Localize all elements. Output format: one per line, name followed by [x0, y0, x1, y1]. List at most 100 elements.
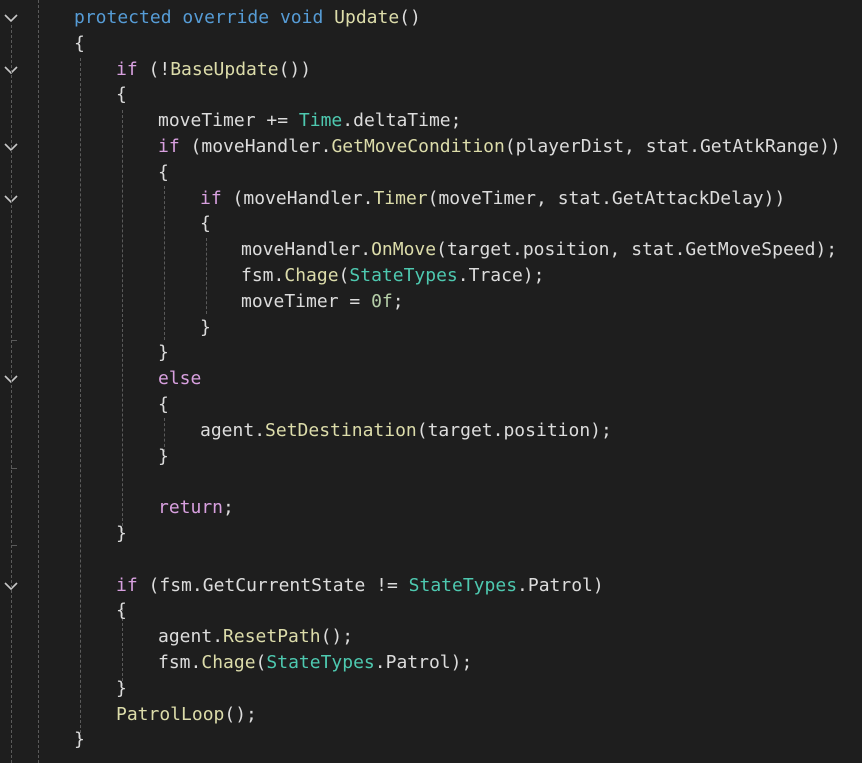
- code-token: !=: [365, 574, 409, 596]
- code-token: ,: [536, 187, 558, 209]
- code-line[interactable]: {: [158, 160, 169, 186]
- code-token: position: [503, 419, 591, 441]
- code-line[interactable]: PatrolLoop();: [116, 702, 257, 728]
- code-token: GetAttackDelay: [611, 187, 764, 209]
- code-line[interactable]: {: [158, 392, 169, 418]
- code-token: void: [279, 7, 324, 28]
- code-token: );: [450, 652, 473, 673]
- code-line[interactable]: fsm.Chage(StateTypes.Trace);: [241, 263, 544, 289]
- code-token: .: [374, 652, 386, 673]
- code-token: ): [592, 574, 604, 596]
- code-token: (: [338, 265, 350, 286]
- code-editor[interactable]: protected override void Update(){if (!Ba…: [0, 0, 862, 763]
- code-token: );: [815, 239, 838, 261]
- code-line[interactable]: }: [158, 340, 169, 366]
- code-token: BaseUpdate: [170, 58, 279, 80]
- code-token: return: [158, 497, 224, 519]
- code-line[interactable]: }: [116, 676, 127, 702]
- code-token: }: [116, 677, 127, 699]
- code-token: .: [320, 136, 332, 157]
- code-token: }: [116, 523, 127, 544]
- code-token: .: [517, 574, 528, 596]
- code-line[interactable]: }: [116, 521, 127, 547]
- code-token: (: [179, 136, 202, 157]
- code-token: (: [436, 239, 447, 261]
- code-token: stat: [631, 239, 675, 261]
- code-token: GetAtkRange: [699, 136, 820, 157]
- code-line[interactable]: agent.SetDestination(target.position);: [200, 418, 612, 444]
- code-line[interactable]: protected override void Update(): [74, 5, 421, 31]
- code-token: Chage: [284, 265, 339, 286]
- code-token: if: [116, 58, 138, 80]
- code-line[interactable]: }: [74, 727, 85, 753]
- code-token: Chage: [201, 652, 256, 673]
- code-token: else: [158, 368, 202, 390]
- code-token: )): [763, 187, 786, 209]
- code-token: (: [416, 419, 428, 441]
- code-token: ;: [450, 110, 462, 132]
- code-area[interactable]: protected override void Update(){if (!Ba…: [0, 0, 862, 763]
- code-line[interactable]: }: [158, 444, 169, 470]
- code-token: GetMoveCondition: [331, 136, 505, 157]
- code-token: GetCurrentState: [202, 574, 366, 596]
- code-line[interactable]: return;: [158, 495, 234, 521]
- code-token: playerDist: [515, 136, 625, 157]
- code-token: OnMove: [371, 239, 437, 261]
- code-token: .: [342, 110, 354, 132]
- code-line[interactable]: {: [74, 31, 85, 57]
- code-line[interactable]: if (moveHandler.GetMoveCondition(playerD…: [158, 134, 841, 160]
- code-token: override: [182, 7, 270, 28]
- code-token: ,: [609, 239, 632, 261]
- code-line[interactable]: moveTimer = 0f;: [241, 289, 404, 315]
- code-line[interactable]: {: [200, 211, 211, 237]
- code-token: (: [427, 187, 439, 209]
- code-token: .: [689, 136, 700, 157]
- code-token: ;: [223, 497, 234, 519]
- code-token: if: [116, 574, 138, 596]
- code-token: Patrol: [385, 652, 451, 673]
- code-line[interactable]: agent.ResetPath();: [158, 624, 353, 650]
- code-line[interactable]: }: [200, 315, 211, 341]
- code-token: moveHandler: [241, 239, 361, 261]
- code-token: position: [522, 239, 610, 261]
- code-token: );: [522, 265, 545, 286]
- code-token: agent: [200, 419, 255, 441]
- code-token: moveTimer: [158, 110, 256, 132]
- code-token: (: [221, 187, 244, 209]
- code-token: Trace: [468, 265, 523, 286]
- code-token: .: [254, 419, 266, 441]
- code-token: .: [601, 187, 612, 209]
- code-token: .: [492, 419, 504, 441]
- code-token: .: [273, 265, 285, 286]
- code-token: Time: [298, 110, 343, 132]
- code-token: Update: [334, 7, 400, 28]
- code-token: if: [158, 136, 180, 157]
- code-line[interactable]: fsm.Chage(StateTypes.Patrol);: [158, 650, 472, 676]
- code-line[interactable]: if (moveHandler.Timer(moveTimer, stat.Ge…: [200, 186, 785, 212]
- code-token: fsm: [241, 265, 274, 286]
- code-line[interactable]: {: [116, 82, 127, 108]
- code-line[interactable]: else: [158, 366, 201, 392]
- code-token: SetDestination: [265, 419, 417, 441]
- code-token: (): [399, 7, 421, 28]
- code-token: ()): [278, 58, 312, 80]
- code-line[interactable]: moveTimer += Time.deltaTime;: [158, 108, 462, 134]
- code-token: {: [116, 84, 127, 106]
- code-token: .: [457, 265, 469, 286]
- code-token: agent: [158, 626, 213, 648]
- code-line[interactable]: moveHandler.OnMove(target.position, stat…: [241, 237, 837, 263]
- code-token: {: [200, 213, 211, 235]
- code-token: .: [191, 574, 203, 596]
- code-token: ();: [320, 626, 354, 648]
- code-token: {: [74, 32, 85, 54]
- code-token: StateTypes: [349, 265, 458, 286]
- code-token: Timer: [373, 187, 428, 209]
- code-token: Patrol: [527, 574, 593, 596]
- code-line[interactable]: if (fsm.GetCurrentState != StateTypes.Pa…: [116, 573, 604, 599]
- code-line[interactable]: {: [116, 598, 127, 624]
- code-line[interactable]: if (!BaseUpdate()): [116, 57, 311, 83]
- code-token: .: [360, 239, 372, 261]
- code-token: fsm: [158, 652, 191, 673]
